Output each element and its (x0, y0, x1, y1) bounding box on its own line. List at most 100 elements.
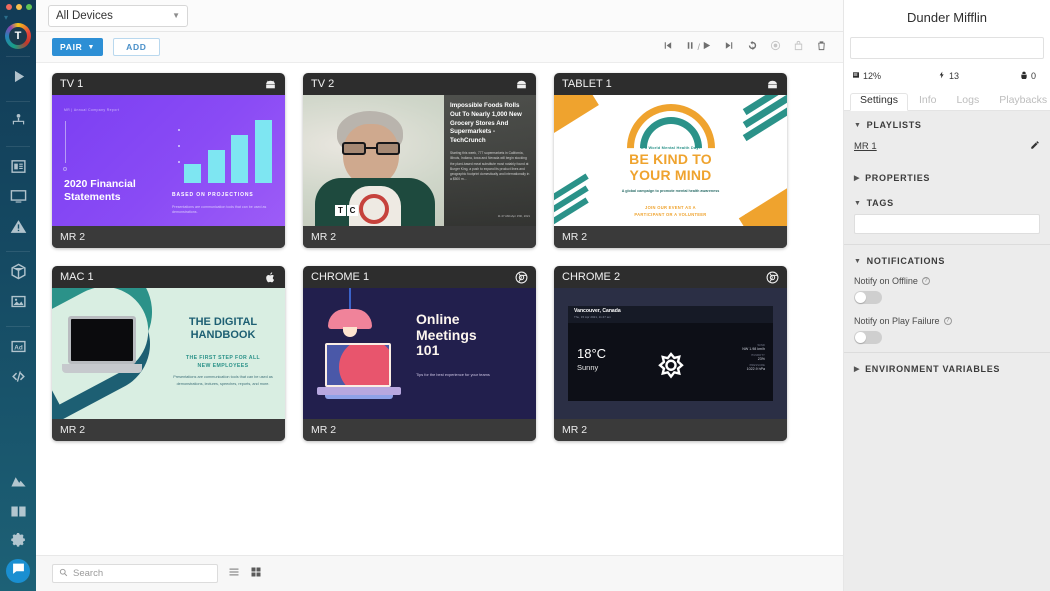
slide-title-line1: THE DIGITAL (188, 316, 258, 328)
device-card[interactable]: CHROME 2 Vancouver, Canada Thu, 15 Apr 2… (554, 266, 787, 441)
sidebar-item-playlists[interactable] (0, 154, 36, 184)
pause-play-button[interactable]: / (685, 38, 712, 56)
tab-logs[interactable]: Logs (947, 94, 988, 110)
grid-view-button[interactable] (250, 565, 262, 583)
android-icon (515, 78, 528, 91)
chart-bars (184, 115, 272, 183)
delete-button[interactable] (816, 38, 827, 56)
sidebar-item-distribute[interactable] (0, 109, 36, 139)
device-stats-row: 12% 13 0 (844, 65, 1050, 87)
list-view-button[interactable] (228, 565, 240, 583)
section-notifications-title: NOTIFICATIONS (866, 256, 946, 266)
sidebar-item-settings[interactable] (0, 529, 36, 559)
section-divider (844, 352, 1050, 353)
news-headline: Impossible Foods Rolls Out To Nearly 1,0… (450, 102, 522, 145)
action-bar: PAIR ▼ ADD / (36, 32, 843, 63)
slide-body: Presentations are communication tools th… (172, 204, 267, 215)
slide-eyebrow: MR | Annual Company Report (64, 108, 120, 112)
slide-eyebrow: It's World Mental Health Day! (640, 145, 701, 150)
chevron-down-icon: ▼ (172, 11, 180, 20)
refresh-button[interactable] (747, 38, 758, 56)
skip-previous-button[interactable] (662, 38, 673, 56)
slide-bekind: It's World Mental Health Day! BE KIND TO… (554, 95, 787, 226)
lamp-cord (349, 288, 351, 310)
monitor-icon (10, 188, 27, 210)
skip-next-button[interactable] (724, 38, 735, 56)
section-playlists-header[interactable]: ▼ PLAYLISTS (844, 111, 1050, 136)
lamp-shade (328, 309, 372, 329)
photo-glasses (342, 142, 400, 155)
sidebar-item-alerts[interactable] (0, 214, 36, 244)
minimize-window-button[interactable] (16, 4, 22, 10)
section-properties-header[interactable]: ▶ PROPERTIES (844, 164, 1050, 189)
search-input-placeholder[interactable]: Search (73, 568, 103, 579)
sidebar-item-developer[interactable] (0, 364, 36, 394)
device-card-header: CHROME 2 (554, 266, 787, 288)
tab-settings[interactable]: Settings (850, 93, 908, 111)
sidebar-item-docs[interactable] (0, 499, 36, 529)
device-filter-dropdown[interactable]: All Devices ▼ (48, 4, 188, 27)
device-card[interactable]: CHROME 1 Online Meetings 101 Tips for th… (303, 266, 536, 441)
sidebar-item-ads[interactable]: Ad (0, 334, 36, 364)
device-card-footer: MR 2 (554, 419, 787, 441)
sidebar-item-analytics[interactable] (0, 469, 36, 499)
sidebar-item-media[interactable] (0, 289, 36, 319)
sidebar-item-apps[interactable] (0, 259, 36, 289)
sidebar-item-play[interactable] (0, 64, 36, 94)
techcrunch-logo: TC (335, 205, 358, 216)
support-chat-button[interactable] (6, 559, 30, 583)
rainbow-arc (608, 95, 733, 211)
help-icon[interactable]: ? (943, 317, 952, 325)
devices-grid: TV 1 MR | Annual Company Report 2020 Fin… (52, 73, 827, 441)
pair-button[interactable]: PAIR ▼ (52, 38, 104, 56)
section-env-header[interactable]: ▶ ENVIRONMENT VARIABLES (844, 355, 1050, 380)
search-box[interactable]: Search (52, 564, 218, 583)
brand-avatar[interactable]: T (5, 23, 31, 49)
notify-playfail-toggle[interactable] (854, 331, 882, 344)
chevron-down-icon: ▼ (87, 43, 96, 51)
screenshot-button[interactable] (770, 38, 781, 56)
slide-title-line2: YOUR MIND (629, 167, 712, 184)
maximize-window-button[interactable] (26, 4, 32, 10)
reboot-button[interactable] (793, 38, 804, 56)
device-name-input[interactable] (850, 37, 1044, 59)
section-playlists-title: PLAYLISTS (866, 120, 922, 130)
device-screen: Impossible Foods Rolls Out To Nearly 1,0… (303, 95, 536, 226)
tab-playbacks[interactable]: Playbacks (990, 94, 1050, 110)
pair-button-label: PAIR (60, 42, 83, 52)
alerts-icon (10, 218, 27, 240)
device-card[interactable]: TABLET 1 It's World Mental Health Day! B… (554, 73, 787, 248)
news-panel: Impossible Foods Rolls Out To Nearly 1,0… (444, 95, 536, 226)
section-tags-header[interactable]: ▼ TAGS (844, 189, 1050, 214)
section-properties: ▶ PROPERTIES (844, 164, 1050, 189)
device-card[interactable]: TV 2 Impossible Foods Rolls Out To Nearl… (303, 73, 536, 248)
add-button[interactable]: ADD (113, 38, 160, 56)
tab-info[interactable]: Info (910, 94, 946, 110)
close-window-button[interactable] (6, 4, 12, 10)
slide-title-line3: 101 (416, 342, 440, 359)
device-card[interactable]: MAC 1 THE DIGITAL HANDBOOK THE FIRST STE… (52, 266, 285, 441)
notify-offline-toggle[interactable] (854, 291, 882, 304)
device-playlist: MR 2 (60, 231, 86, 243)
weather-stat-value: NW 1.98 km/h (742, 347, 765, 351)
device-name: MAC 1 (60, 271, 94, 283)
edit-playlist-button[interactable] (1030, 137, 1040, 155)
sidebar-item-devices[interactable] (0, 184, 36, 214)
storage-value: 12% (863, 71, 882, 81)
slide-title-line1: 2020 Financial (64, 178, 136, 191)
device-card-header: TV 2 (303, 73, 536, 95)
details-tabs: Settings Info Logs Playbacks (844, 87, 1050, 111)
section-notifications: ▼ NOTIFICATIONS Notify on Offline ? Noti… (844, 247, 1050, 344)
photo-shirt-logo (359, 194, 389, 224)
device-screen: MR | Annual Company Report 2020 Financia… (52, 95, 285, 226)
device-card[interactable]: TV 1 MR | Annual Company Report 2020 Fin… (52, 73, 285, 248)
help-icon[interactable]: ? (921, 277, 930, 285)
play-icon (10, 68, 27, 90)
notify-playfail-label: Notify on Play Failure (854, 316, 940, 326)
playlist-link[interactable]: MR 1 (854, 141, 877, 152)
section-notifications-header[interactable]: ▼ NOTIFICATIONS (844, 247, 1050, 272)
tags-input[interactable] (854, 214, 1040, 234)
decor-orange-tl (554, 95, 599, 135)
section-env-title: ENVIRONMENT VARIABLES (865, 364, 1001, 374)
slide-title-line2: Meetings (416, 326, 477, 343)
